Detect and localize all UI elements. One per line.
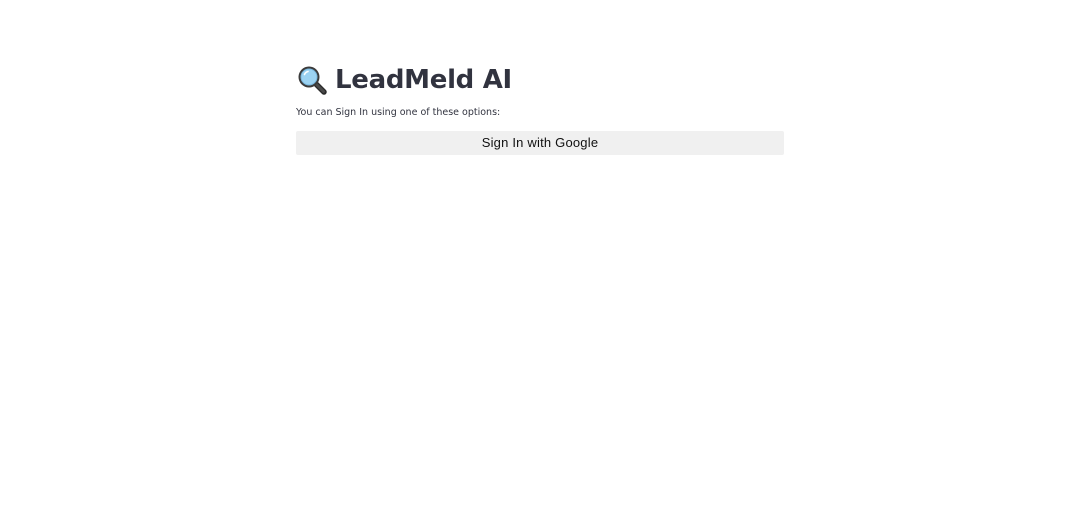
page-title: LeadMeld AI — [335, 65, 512, 95]
main-content: LeadMeld AI You can Sign In using one of… — [296, 60, 784, 155]
page-header: LeadMeld AI — [296, 60, 784, 100]
magnifying-glass-icon — [296, 64, 328, 96]
sign-in-with-google-button[interactable]: Sign In with Google — [296, 131, 784, 155]
signin-prompt: You can Sign In using one of these optio… — [296, 107, 501, 118]
login-page: LeadMeld AI You can Sign In using one of… — [0, 0, 1080, 517]
